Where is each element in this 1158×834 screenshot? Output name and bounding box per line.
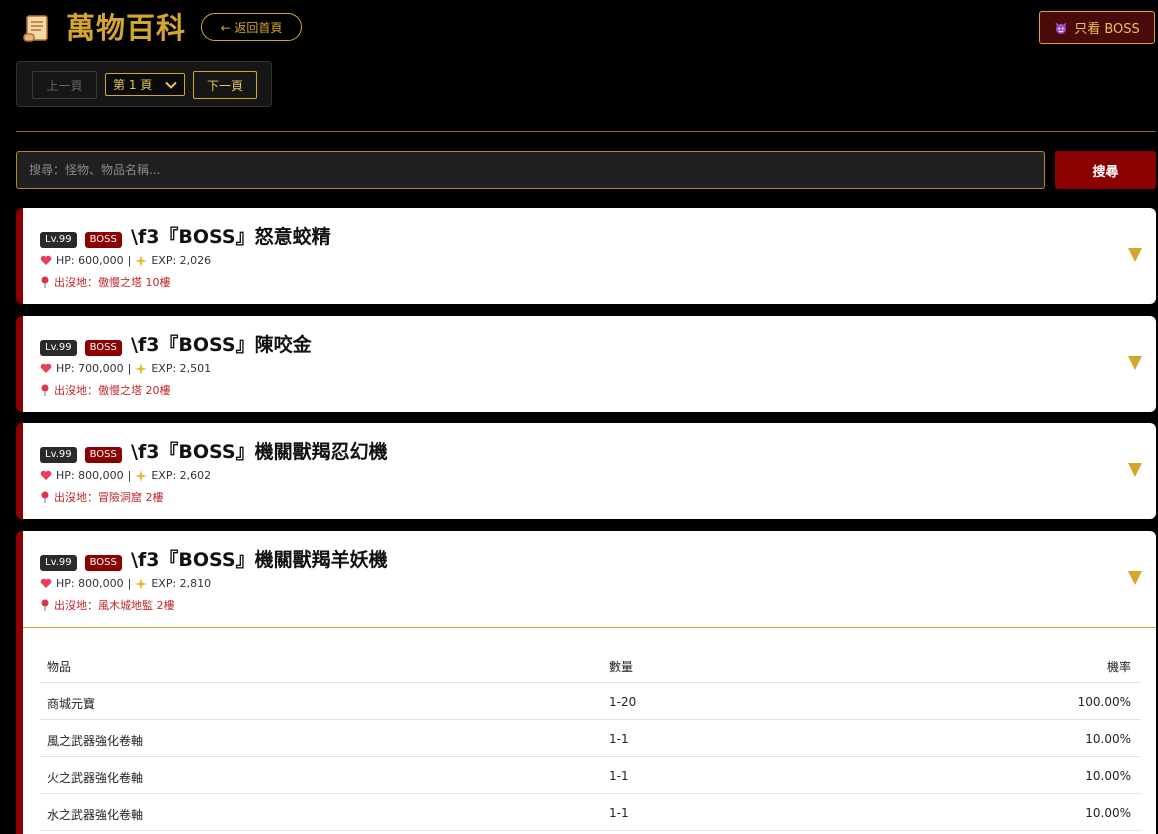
monster-card-header[interactable]: Lv.99 BOSS \f3『BOSS』機關獸羯羊妖機 HP: 800,000 … — [23, 531, 1156, 627]
next-page-button[interactable]: 下一頁 — [193, 71, 257, 99]
col-header-item: 物品 — [47, 660, 72, 674]
back-home-button[interactable]: ← 返回首頁 — [201, 13, 302, 41]
monster-location: 出沒地：傲慢之塔 20樓 — [40, 382, 171, 398]
search-input[interactable] — [16, 151, 1045, 189]
heart-icon — [40, 470, 52, 480]
level-badge: Lv.99 — [40, 447, 77, 463]
item-name: 風之武器強化卷軸 — [47, 734, 144, 748]
table-row: 水之武器強化卷軸 1-1 10.00% — [40, 794, 1141, 831]
page-title: 萬物百科 — [66, 11, 187, 45]
drop-table: 物品 數量 機率 商城元寶 1-20 100.00% 風之武器強化卷軸 1-1 … — [40, 646, 1141, 831]
monster-stats: HP: 800,000 | EXP: 2,810 — [40, 577, 211, 590]
heart-icon — [40, 363, 52, 373]
pin-icon — [41, 384, 49, 396]
location-text: 出沒地：傲慢之塔 20樓 — [54, 384, 171, 397]
level-badge: Lv.99 — [40, 232, 77, 248]
expand-arrow-icon[interactable] — [1128, 356, 1142, 370]
expand-arrow-icon[interactable] — [1128, 571, 1142, 585]
scroll-icon — [23, 15, 48, 42]
page-select-value: 第 1 頁 — [113, 78, 153, 92]
prev-page-button[interactable]: 上一頁 — [32, 71, 97, 99]
header: 萬物百科 ← 返回首頁 只看 BOSS — [0, 0, 1158, 56]
monster-card-expanded[interactable]: Lv.99 BOSS \f3『BOSS』機關獸羯羊妖機 HP: 800,000 … — [16, 531, 1156, 834]
sparkle-icon — [135, 577, 148, 590]
boss-badge: BOSS — [84, 447, 122, 463]
boss-badge: BOSS — [84, 340, 122, 356]
item-quantity: 1-1 — [609, 769, 629, 783]
sparkle-icon — [135, 254, 148, 267]
pagination: 上一頁 第 1 頁 下一頁 — [16, 61, 272, 107]
table-row: 商城元寶 1-20 100.00% — [40, 683, 1141, 720]
monster-stats: HP: 800,000 | EXP: 2,602 — [40, 469, 211, 482]
heart-icon — [40, 578, 52, 588]
item-rate: 10.00% — [1085, 769, 1131, 783]
monster-stats: HP: 700,000 | EXP: 2,501 — [40, 362, 211, 375]
exp-value: EXP: 2,026 — [151, 254, 212, 267]
col-header-rate: 機率 — [1106, 660, 1131, 674]
monster-card-header[interactable]: Lv.99 BOSS \f3『BOSS』怒意蛟精 HP: 600,000 | E… — [23, 208, 1156, 304]
monster-name: \f3『BOSS』陳咬金 — [131, 334, 312, 356]
boss-badge: BOSS — [84, 555, 122, 571]
boss-only-label: 只看 BOSS — [1074, 22, 1140, 37]
item-name: 火之武器強化卷軸 — [47, 771, 144, 785]
monster-card-header[interactable]: Lv.99 BOSS \f3『BOSS』機關獸羯忍幻機 HP: 800,000 … — [23, 423, 1156, 519]
item-rate: 100.00% — [1077, 695, 1131, 709]
heart-icon — [40, 255, 52, 265]
stats-separator: | — [127, 254, 132, 267]
item-name: 商城元寶 — [47, 697, 96, 711]
exp-value: EXP: 2,602 — [151, 469, 212, 482]
pin-icon — [41, 491, 49, 503]
stats-separator: | — [127, 577, 132, 590]
item-quantity: 1-1 — [609, 732, 629, 746]
pin-icon — [41, 276, 49, 288]
location-text: 出沒地：冒險洞窟 2樓 — [54, 491, 164, 504]
monster-stats: HP: 600,000 | EXP: 2,026 — [40, 254, 211, 267]
monster-card[interactable]: Lv.99 BOSS \f3『BOSS』陳咬金 HP: 700,000 | EX… — [16, 316, 1156, 412]
expand-arrow-icon[interactable] — [1128, 463, 1142, 477]
exp-value: EXP: 2,501 — [151, 362, 212, 375]
item-name: 水之武器強化卷軸 — [47, 808, 144, 822]
sparkle-icon — [135, 469, 148, 482]
table-header-row: 物品 數量 機率 — [40, 646, 1141, 683]
hp-value: HP: 800,000 — [56, 577, 124, 590]
hp-value: HP: 700,000 — [56, 362, 124, 375]
search-button[interactable]: 搜尋 — [1055, 151, 1156, 189]
monster-card[interactable]: Lv.99 BOSS \f3『BOSS』機關獸羯忍幻機 HP: 800,000 … — [16, 423, 1156, 519]
stats-separator: | — [127, 469, 132, 482]
monster-location: 出沒地：冒險洞窟 2樓 — [40, 489, 164, 505]
monster-location: 出沒地：風木城地監 2樓 — [40, 597, 175, 613]
item-rate: 10.00% — [1085, 806, 1131, 820]
col-header-quantity: 數量 — [609, 660, 634, 674]
page-select[interactable]: 第 1 頁 — [105, 73, 185, 96]
level-badge: Lv.99 — [40, 555, 77, 571]
monster-location: 出沒地：傲慢之塔 10樓 — [40, 274, 171, 290]
item-rate: 10.00% — [1085, 732, 1131, 746]
sparkle-icon — [135, 362, 148, 375]
location-text: 出沒地：風木城地監 2樓 — [54, 599, 175, 612]
divider — [16, 131, 1156, 132]
monster-name: \f3『BOSS』機關獸羯羊妖機 — [131, 549, 388, 571]
hp-value: HP: 600,000 — [56, 254, 124, 267]
devil-icon — [1055, 22, 1067, 34]
boss-badge: BOSS — [84, 232, 122, 248]
boss-only-button[interactable]: 只看 BOSS — [1039, 11, 1155, 44]
table-row: 風之武器強化卷軸 1-1 10.00% — [40, 720, 1141, 757]
table-row: 火之武器強化卷軸 1-1 10.00% — [40, 757, 1141, 794]
chevron-down-icon — [165, 81, 177, 89]
expand-arrow-icon[interactable] — [1128, 248, 1142, 262]
pin-icon — [41, 599, 49, 611]
drop-table-panel: 物品 數量 機率 商城元寶 1-20 100.00% 風之武器強化卷軸 1-1 … — [23, 627, 1156, 831]
stats-separator: | — [127, 362, 132, 375]
monster-card[interactable]: Lv.99 BOSS \f3『BOSS』怒意蛟精 HP: 600,000 | E… — [16, 208, 1156, 304]
monster-card-header[interactable]: Lv.99 BOSS \f3『BOSS』陳咬金 HP: 700,000 | EX… — [23, 316, 1156, 412]
hp-value: HP: 800,000 — [56, 469, 124, 482]
level-badge: Lv.99 — [40, 340, 77, 356]
location-text: 出沒地：傲慢之塔 10樓 — [54, 276, 171, 289]
monster-name: \f3『BOSS』怒意蛟精 — [131, 226, 331, 248]
item-quantity: 1-20 — [609, 695, 637, 709]
monster-name: \f3『BOSS』機關獸羯忍幻機 — [131, 441, 388, 463]
item-quantity: 1-1 — [609, 806, 629, 820]
exp-value: EXP: 2,810 — [151, 577, 212, 590]
